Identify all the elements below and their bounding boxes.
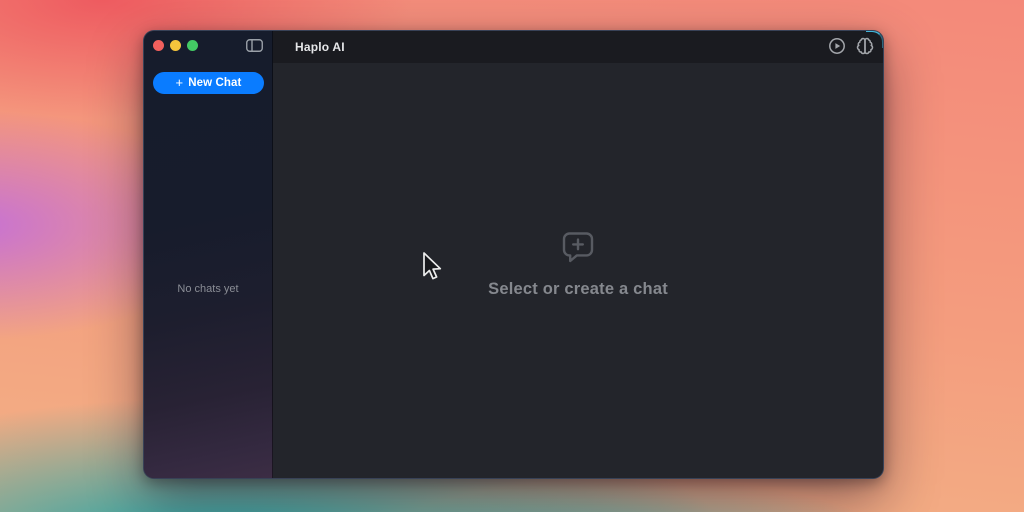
play-circle-icon: [828, 37, 846, 58]
model-button[interactable]: [855, 37, 874, 58]
empty-state-title: Select or create a chat: [488, 280, 668, 298]
sidebar-empty-text: No chats yet: [177, 283, 239, 295]
close-button[interactable]: [153, 40, 164, 51]
new-chat-bubble-icon: [562, 232, 594, 268]
sidebar-toggle-button[interactable]: [244, 39, 264, 57]
chat-content-area: Select or create a chat: [273, 63, 883, 478]
titlebar: Haplo AI: [273, 31, 883, 63]
window-title: Haplo AI: [295, 40, 345, 54]
new-chat-label: New Chat: [188, 77, 242, 89]
minimize-button[interactable]: [170, 40, 181, 51]
plus-icon: +: [175, 75, 184, 90]
brain-icon: [856, 37, 874, 58]
empty-state: Select or create a chat: [488, 232, 668, 299]
run-button[interactable]: [827, 37, 846, 58]
new-chat-button[interactable]: + New Chat: [153, 72, 264, 94]
toolbar: [827, 37, 874, 58]
sidebar-toggle-icon: [245, 39, 263, 57]
zoom-button[interactable]: [187, 40, 198, 51]
desktop-background: + New Chat No chats yet Haplo AI Select …: [0, 0, 1024, 512]
sidebar: + New Chat No chats yet: [144, 31, 273, 478]
main-panel: Haplo AI Select or create a chat: [273, 31, 883, 478]
traffic-lights: [153, 40, 198, 51]
app-window: + New Chat No chats yet Haplo AI Select …: [143, 30, 884, 479]
